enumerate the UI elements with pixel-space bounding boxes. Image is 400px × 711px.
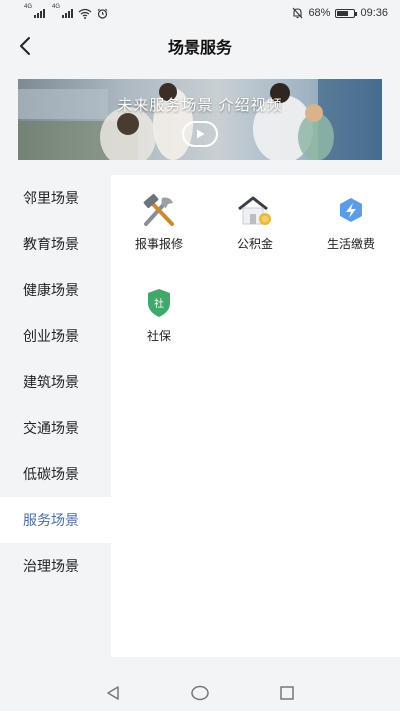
service-label: 生活缴费: [326, 237, 375, 251]
sidebar-item-transport[interactable]: 交通场景: [0, 405, 111, 451]
back-button[interactable]: [10, 30, 40, 62]
sidebar-item-neighborhood[interactable]: 邻里场景: [0, 175, 111, 221]
sidebar-item-label: 服务场景: [23, 512, 79, 528]
signal-2-icon: 4G: [52, 4, 73, 18]
sidebar-item-label: 创业场景: [23, 328, 79, 344]
nav-home-button[interactable]: [185, 678, 215, 708]
scene-category-sidebar: 邻里场景 教育场景 健康场景 创业场景 建筑场景 交通场景 低碳场景 服务场景 …: [0, 175, 111, 589]
house-coin-icon: [235, 193, 275, 229]
chevron-left-icon: [20, 37, 30, 55]
battery-icon: [335, 8, 358, 18]
play-icon: [197, 129, 205, 139]
status-bar: 4G 4G 68% 09:36: [0, 0, 400, 26]
service-label: 社保: [146, 329, 171, 343]
circle-home-icon: [191, 685, 209, 701]
nav-back-button[interactable]: [98, 678, 128, 708]
shield-text: 社: [154, 297, 164, 310]
sidebar-item-service[interactable]: 服务场景: [0, 497, 111, 543]
sidebar-item-label: 健康场景: [23, 282, 79, 298]
clock: 09:36: [360, 7, 388, 19]
wifi-icon: [78, 8, 92, 19]
status-left: 4G 4G: [24, 4, 108, 19]
page-title: 场景服务: [167, 40, 232, 57]
nav-recents-button[interactable]: [272, 678, 302, 708]
intro-video-banner[interactable]: 未来服务场景 介绍视频: [18, 79, 382, 160]
sidebar-item-startup[interactable]: 创业场景: [0, 313, 111, 359]
triangle-back-icon: [107, 686, 120, 700]
play-button[interactable]: [182, 121, 218, 147]
service-social-security[interactable]: 社 社保: [111, 285, 207, 355]
banner-photo: [18, 79, 382, 160]
sim2-label: 4G: [52, 4, 61, 10]
sidebar-item-label: 邻里场景: [23, 190, 79, 206]
sim1-label: 4G: [24, 4, 33, 10]
signal-1-icon: 4G: [24, 4, 45, 18]
social-security-shield-icon: 社: [139, 285, 179, 321]
tools-icon: [139, 193, 179, 229]
system-navigation-bar: [0, 675, 400, 711]
square-recents-icon: [279, 686, 294, 700]
sidebar-item-education[interactable]: 教育场景: [0, 221, 111, 267]
service-grid-panel: 报事报修 公积金 生活缴费 社 社保: [111, 175, 400, 657]
battery-percent: 68%: [308, 7, 331, 19]
service-repair[interactable]: 报事报修: [111, 193, 207, 263]
sidebar-item-governance[interactable]: 治理场景: [0, 543, 111, 589]
sidebar-item-label: 教育场景: [23, 236, 79, 252]
service-label: 报事报修: [134, 237, 183, 251]
app-header: 场景服务: [0, 26, 400, 66]
service-housing-fund[interactable]: 公积金: [207, 193, 303, 263]
notifications-off-icon: [293, 7, 303, 19]
service-utility-payment[interactable]: 生活缴费: [303, 193, 399, 263]
service-label: 公积金: [236, 237, 273, 251]
sidebar-item-label: 交通场景: [23, 420, 79, 436]
alarm-icon: [97, 8, 108, 19]
lightning-icon: [331, 193, 371, 229]
sidebar-item-label: 建筑场景: [23, 374, 79, 390]
sidebar-item-building[interactable]: 建筑场景: [0, 359, 111, 405]
banner-title: 未来服务场景 介绍视频: [117, 97, 283, 114]
sidebar-item-low-carbon[interactable]: 低碳场景: [0, 451, 111, 497]
sidebar-item-label: 低碳场景: [23, 466, 79, 482]
sidebar-item-label: 治理场景: [23, 558, 79, 574]
status-right: 68% 09:36: [292, 7, 388, 19]
sidebar-item-health[interactable]: 健康场景: [0, 267, 111, 313]
